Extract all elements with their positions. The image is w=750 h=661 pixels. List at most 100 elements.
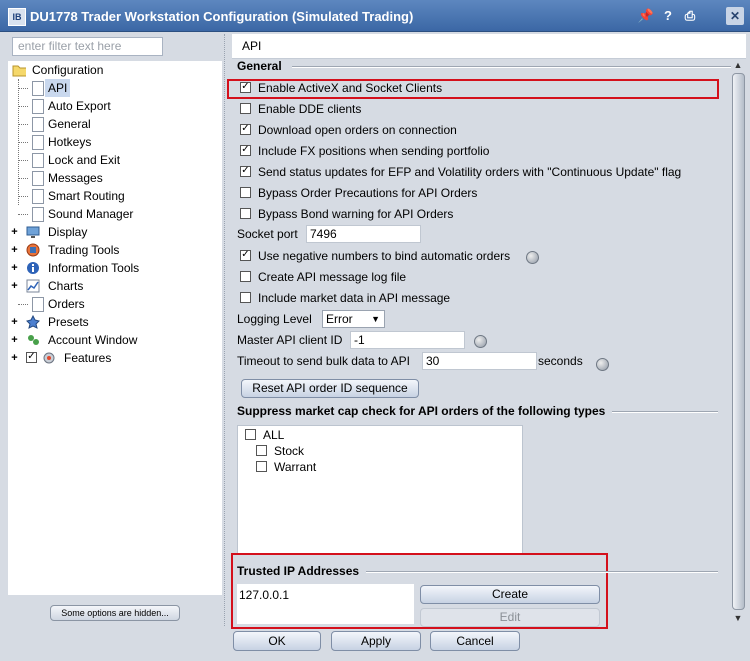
splitter[interactable] xyxy=(224,34,229,626)
checkbox[interactable]: ✓ xyxy=(240,250,251,262)
option-label: Enable ActiveX and Socket Clients xyxy=(258,81,443,95)
help-icon[interactable] xyxy=(526,251,539,264)
pin-icon[interactable]: 📌 xyxy=(637,8,655,24)
item-label: ALL xyxy=(263,428,285,442)
help-icon[interactable]: ? xyxy=(659,8,677,24)
expand-icon[interactable]: + xyxy=(10,263,19,274)
cancel-button[interactable]: Cancel xyxy=(430,631,520,651)
scroll-down-icon[interactable]: ▼ xyxy=(732,612,744,624)
timeout-field[interactable]: 30 xyxy=(422,352,537,370)
tree-item-label: Configuration xyxy=(32,63,104,77)
checkbox[interactable] xyxy=(256,461,267,473)
vertical-scrollbar[interactable]: ▲ ▼ xyxy=(731,59,745,626)
some-options-hidden-button[interactable]: Some options are hidden... xyxy=(50,605,180,621)
file-icon xyxy=(32,171,44,186)
help-icon[interactable] xyxy=(596,358,609,371)
general-section-title: General xyxy=(237,59,282,73)
ok-button[interactable]: OK xyxy=(233,631,321,651)
option-label: Use negative numbers to bind automatic o… xyxy=(258,249,511,263)
info-icon xyxy=(27,262,39,274)
bypass-order-precautions-option[interactable]: Bypass Order Precautions for API Orders xyxy=(240,184,477,202)
print-icon[interactable]: ⎙ xyxy=(681,8,699,24)
config-tree: Configuration API Auto Export General Ho… xyxy=(8,61,222,595)
enable-dde-option[interactable]: Enable DDE clients xyxy=(240,100,361,118)
checkbox[interactable] xyxy=(240,103,251,115)
features-checkbox[interactable]: ✓ xyxy=(26,352,37,363)
section-divider xyxy=(612,411,718,413)
tree-item-label: API xyxy=(45,79,71,97)
option-label: Include market data in API message xyxy=(258,291,451,305)
checkbox[interactable] xyxy=(240,271,251,283)
socket-port-field[interactable]: 7496 xyxy=(306,225,421,243)
checkbox[interactable] xyxy=(240,292,251,304)
item-label: Stock xyxy=(274,444,305,458)
suppress-types-list: ALL Stock Warrant xyxy=(237,425,523,554)
enable-activex-option[interactable]: ✓ Enable ActiveX and Socket Clients xyxy=(240,79,442,97)
scroll-thumb[interactable] xyxy=(732,73,745,610)
tree-item-label: Hotkeys xyxy=(48,135,92,149)
suppress-warrant-item[interactable]: Warrant xyxy=(256,458,316,476)
checkbox[interactable] xyxy=(240,187,251,199)
tree-item-label: Charts xyxy=(48,279,84,293)
api-settings: General ✓ Enable ActiveX and Socket Clien… xyxy=(227,59,734,629)
presets-icon xyxy=(26,315,40,329)
expand-icon[interactable]: + xyxy=(10,353,19,364)
create-log-file-option[interactable]: Create API message log file xyxy=(240,268,406,286)
account-icon xyxy=(28,335,39,345)
create-button[interactable]: Create xyxy=(420,585,600,604)
checkbox[interactable] xyxy=(240,208,251,220)
title-bar: IB DU1778 Trader Workstation Configurati… xyxy=(0,0,750,32)
expand-icon[interactable]: + xyxy=(10,227,19,238)
file-icon xyxy=(32,99,44,114)
scroll-up-icon[interactable]: ▲ xyxy=(732,59,744,71)
help-icon[interactable] xyxy=(474,335,487,348)
include-market-data-option[interactable]: Include market data in API message xyxy=(240,289,450,307)
tree-item-label: Sound Manager xyxy=(48,207,134,221)
option-label: Create API message log file xyxy=(258,270,407,284)
expand-icon[interactable]: + xyxy=(10,245,19,256)
master-client-id-label: Master API client ID xyxy=(237,333,343,347)
filter-input[interactable]: enter filter text here xyxy=(12,37,163,56)
option-label: Bypass Bond warning for API Orders xyxy=(258,207,454,221)
panel-title: API xyxy=(242,39,262,53)
master-client-id-field[interactable]: -1 xyxy=(350,331,465,349)
download-open-orders-option[interactable]: ✓ Download open orders on connection xyxy=(240,121,457,139)
panel-header: API xyxy=(232,34,746,59)
right-panel: API General ✓ Enable ActiveX and Socket C… xyxy=(227,34,746,629)
close-icon[interactable]: ✕ xyxy=(726,7,744,25)
expand-icon[interactable]: + xyxy=(10,317,19,328)
option-label: Bypass Order Precautions for API Orders xyxy=(258,186,478,200)
tree-item-label: Smart Routing xyxy=(48,189,125,203)
reset-order-id-button[interactable]: Reset API order ID sequence xyxy=(241,379,419,398)
tree-item-label: Orders xyxy=(48,297,85,311)
include-fx-option[interactable]: ✓ Include FX positions when sending portf… xyxy=(240,142,489,160)
tree-item-label: Auto Export xyxy=(48,99,111,113)
item-label: Warrant xyxy=(274,460,317,474)
window-title: DU1778 Trader Workstation Configuration … xyxy=(30,9,414,24)
tree-item-label: Messages xyxy=(48,171,103,185)
expand-icon[interactable]: + xyxy=(10,281,19,292)
checkbox[interactable]: ✓ xyxy=(240,145,251,157)
option-label: Send status updates for EFP and Volatili… xyxy=(258,165,682,179)
timeout-unit: seconds xyxy=(538,354,583,368)
checkbox[interactable]: ✓ xyxy=(240,82,251,94)
checkbox[interactable] xyxy=(245,429,256,441)
logging-level-select[interactable]: Error ▼ xyxy=(322,310,385,328)
send-status-updates-option[interactable]: ✓ Send status updates for EFP and Volatil… xyxy=(240,163,681,181)
trusted-ip-list[interactable]: 127.0.0.1 xyxy=(237,584,414,624)
checkbox[interactable]: ✓ xyxy=(240,124,251,136)
bypass-bond-warning-option[interactable]: Bypass Bond warning for API Orders xyxy=(240,205,453,223)
apply-button[interactable]: Apply xyxy=(331,631,421,651)
suppress-section-title: Suppress market cap check for API orders… xyxy=(237,404,606,418)
file-icon xyxy=(32,117,44,132)
tree-item-label: Trading Tools xyxy=(48,243,120,257)
trading-tools-icon xyxy=(26,243,40,257)
file-icon xyxy=(32,153,44,168)
checkbox[interactable] xyxy=(256,445,267,457)
trusted-ip-item[interactable]: 127.0.0.1 xyxy=(239,588,289,602)
logging-level-label: Logging Level xyxy=(237,312,312,326)
use-negative-numbers-option[interactable]: ✓ Use negative numbers to bind automatic … xyxy=(240,247,510,265)
edit-button[interactable]: Edit xyxy=(420,608,600,627)
checkbox[interactable]: ✓ xyxy=(240,166,251,178)
expand-icon[interactable]: + xyxy=(10,335,19,346)
